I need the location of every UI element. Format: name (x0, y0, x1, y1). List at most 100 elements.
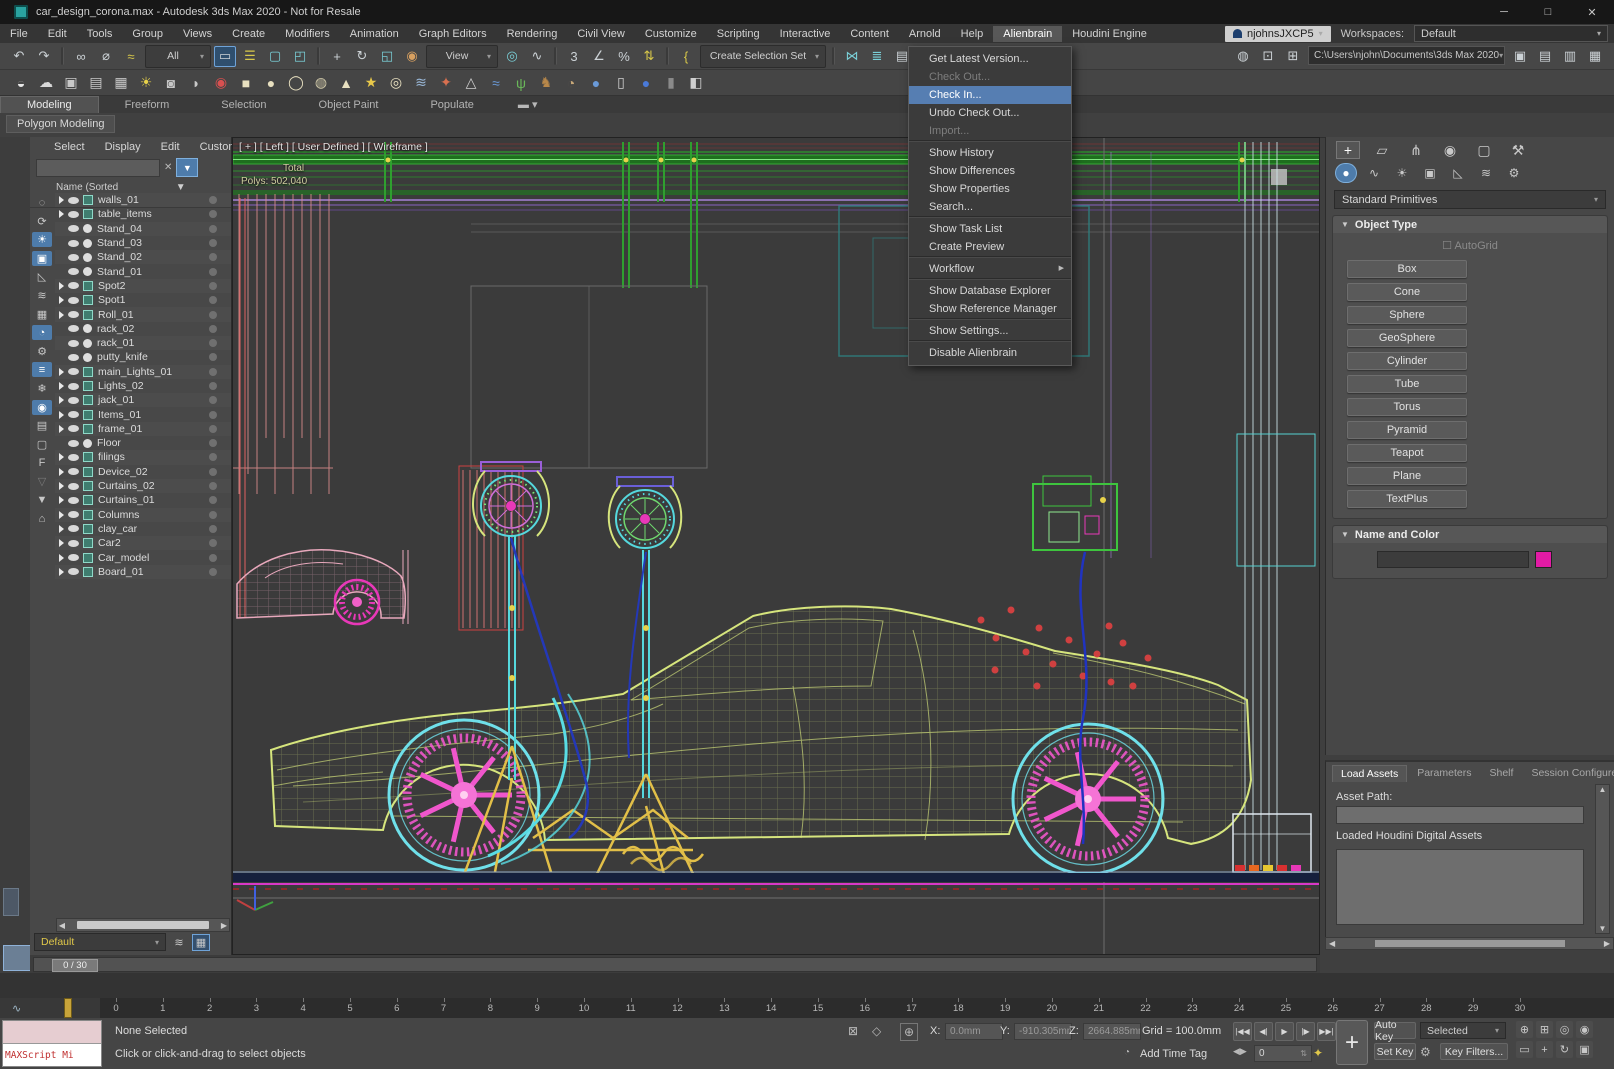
select-and-link-icon[interactable]: ∞ (70, 46, 92, 67)
expand-arrow-icon[interactable] (59, 396, 64, 404)
visibility-eye-icon[interactable] (68, 311, 79, 318)
Roll_01[interactable]: Roll_01 (55, 307, 231, 321)
visibility-eye-icon[interactable] (68, 397, 79, 404)
cone-primitive-icon[interactable]: ▲ (335, 72, 357, 93)
filter-dim-icon[interactable]: ▽ (32, 474, 52, 489)
rack_02[interactable]: rack_02 (55, 322, 231, 336)
rack_01[interactable]: rack_01 (55, 336, 231, 350)
Device_02[interactable]: Device_02 (55, 465, 231, 479)
current-frame-field[interactable]: 0⇅ (1254, 1045, 1312, 1062)
Items_01[interactable]: Items_01 (55, 407, 231, 421)
modify-tab-icon[interactable]: ▱ (1370, 141, 1394, 159)
rect-selection-region-icon[interactable]: ▢ (264, 46, 286, 67)
primitive-button[interactable]: Sphere (1347, 306, 1467, 324)
menu-item[interactable]: Civil View (567, 26, 634, 42)
shell-model-icon[interactable]: ◔ (560, 72, 582, 93)
visibility-eye-icon[interactable] (68, 525, 79, 532)
alienbrain-menu-item[interactable]: Check Out... (909, 68, 1071, 86)
frame-step-icon[interactable]: ◀▶ (1233, 1046, 1247, 1057)
visibility-eye-icon[interactable] (68, 268, 79, 275)
sphere-primitive-icon[interactable]: ◎ (385, 72, 407, 93)
go-to-start-button[interactable]: |◀◀ (1233, 1022, 1252, 1041)
frozen-dot-icon[interactable] (209, 296, 217, 304)
frozen-dot-icon[interactable] (209, 368, 217, 376)
menu-item[interactable]: Animation (340, 26, 409, 42)
expand-arrow-icon[interactable] (59, 554, 64, 562)
egg-primitive-icon[interactable]: ◯ (285, 72, 307, 93)
frame-buffer-icon[interactable]: ▣ (60, 72, 82, 93)
Stand_01[interactable]: Stand_01 (55, 264, 231, 278)
primitive-button[interactable]: Cylinder (1347, 352, 1467, 370)
spacewarps-filter-icon[interactable]: ≋ (32, 288, 52, 303)
frozen-dot-icon[interactable] (209, 568, 217, 576)
expand-arrow-icon[interactable] (59, 196, 64, 204)
expand-arrow-icon[interactable] (59, 453, 64, 461)
pan-icon[interactable]: + (1536, 1041, 1553, 1058)
menu-item[interactable]: Modifiers (275, 26, 340, 42)
align-icon[interactable]: ≣ (866, 46, 888, 67)
expand-arrow-icon[interactable] (59, 210, 64, 218)
visibility-eye-icon[interactable] (68, 340, 79, 347)
zoom-extents-icon[interactable]: ◎ (1556, 1021, 1573, 1038)
primitive-button[interactable]: Torus (1347, 398, 1467, 416)
visibility-eye-icon[interactable] (68, 511, 79, 518)
visibility-eye-icon[interactable] (68, 425, 79, 432)
visibility-eye-icon[interactable] (68, 568, 79, 575)
select-and-scale-icon[interactable]: ◱ (376, 46, 398, 67)
frozen-dot-icon[interactable] (209, 239, 217, 247)
mirror-icon[interactable]: ⋈ (841, 46, 863, 67)
walls_01[interactable]: walls_01 (55, 193, 231, 207)
visibility-eye-icon[interactable] (68, 282, 79, 289)
frozen-dot-icon[interactable] (209, 196, 217, 204)
angle-snap-icon[interactable]: ∠ (588, 46, 610, 67)
time-slider-handle[interactable]: 0 / 30 (52, 959, 98, 972)
frozen-dot-icon[interactable] (209, 268, 217, 276)
primitive-button[interactable]: GeoSphere (1347, 329, 1467, 347)
display-none-icon[interactable]: ◌ (32, 195, 52, 210)
explorer-grid-icon[interactable]: ▦ (192, 934, 210, 951)
xref-filter-icon[interactable]: ▢ (32, 437, 52, 452)
key-mode-toggle-icon[interactable]: ✦ (1313, 1046, 1323, 1060)
containers-filter-icon[interactable]: ⌂ (32, 511, 52, 526)
visibility-eye-icon[interactable] (68, 240, 79, 247)
camera-create-icon[interactable]: ◙ (160, 72, 182, 93)
menu-item[interactable]: Interactive (770, 26, 841, 42)
maxscript-mini-icon[interactable]: ∿ (0, 998, 100, 1018)
previous-frame-button[interactable]: ◀| (1254, 1022, 1273, 1041)
Lights_02[interactable]: Lights_02 (55, 379, 231, 393)
file-reference-icon[interactable]: ▥ (1559, 45, 1581, 66)
motion-tab-icon[interactable]: ◉ (1438, 141, 1462, 159)
y-coordinate-field[interactable]: -910.305mm (1014, 1023, 1072, 1040)
sync-selection-icon[interactable]: ⟳ (32, 214, 52, 229)
hidden-filter-icon[interactable]: ◉ (32, 400, 52, 415)
putty_knife[interactable]: putty_knife (55, 350, 231, 364)
plane-icon[interactable]: ▯ (610, 72, 632, 93)
ribbon-tab[interactable]: Freeform (99, 97, 196, 113)
search-filter-icon[interactable]: ▼ (176, 158, 198, 177)
primitive-category-dropdown[interactable]: Standard Primitives (1334, 190, 1606, 209)
Car_model[interactable]: Car_model (55, 550, 231, 564)
frozen-dot-icon[interactable] (209, 253, 217, 261)
menu-item[interactable]: Group (122, 26, 173, 42)
spinner-snap-icon[interactable]: ⇅ (638, 46, 660, 67)
time-slider[interactable]: 0 / 30 (30, 955, 1320, 974)
ribbon-config-icon[interactable]: ▬ ▾ (518, 98, 538, 113)
autogrid-checkbox[interactable]: AutoGrid (1333, 233, 1607, 254)
play-button[interactable]: ▶ (1275, 1022, 1294, 1041)
cameras-icon[interactable]: ▣ (1420, 164, 1440, 182)
primitive-button[interactable]: Tube (1347, 375, 1467, 393)
character-paw-icon[interactable]: ⚙ (1420, 1045, 1431, 1059)
render-teapot-icon[interactable]: ◒ (10, 72, 32, 93)
frozen-dot-icon[interactable] (209, 511, 217, 519)
filter-funnel-icon[interactable]: ▼ (32, 493, 52, 508)
project-path-field[interactable]: C:\Users\njohn\Documents\3ds Max 2020 (1308, 46, 1505, 65)
Stand_03[interactable]: Stand_03 (55, 236, 231, 250)
rendered-frame-window-icon[interactable]: ⊡ (1257, 45, 1279, 66)
explorer-stack-icon[interactable]: ≋ (170, 934, 188, 951)
Curtains_01[interactable]: Curtains_01 (55, 493, 231, 507)
frozen-dot-icon[interactable] (209, 425, 217, 433)
Board_01[interactable]: Board_01 (55, 565, 231, 579)
bones-filter-icon[interactable]: ⚙ (32, 344, 52, 359)
explorer-menu-item[interactable]: Display (97, 140, 149, 154)
workspace-dropdown[interactable]: Default▾ (1414, 25, 1608, 42)
